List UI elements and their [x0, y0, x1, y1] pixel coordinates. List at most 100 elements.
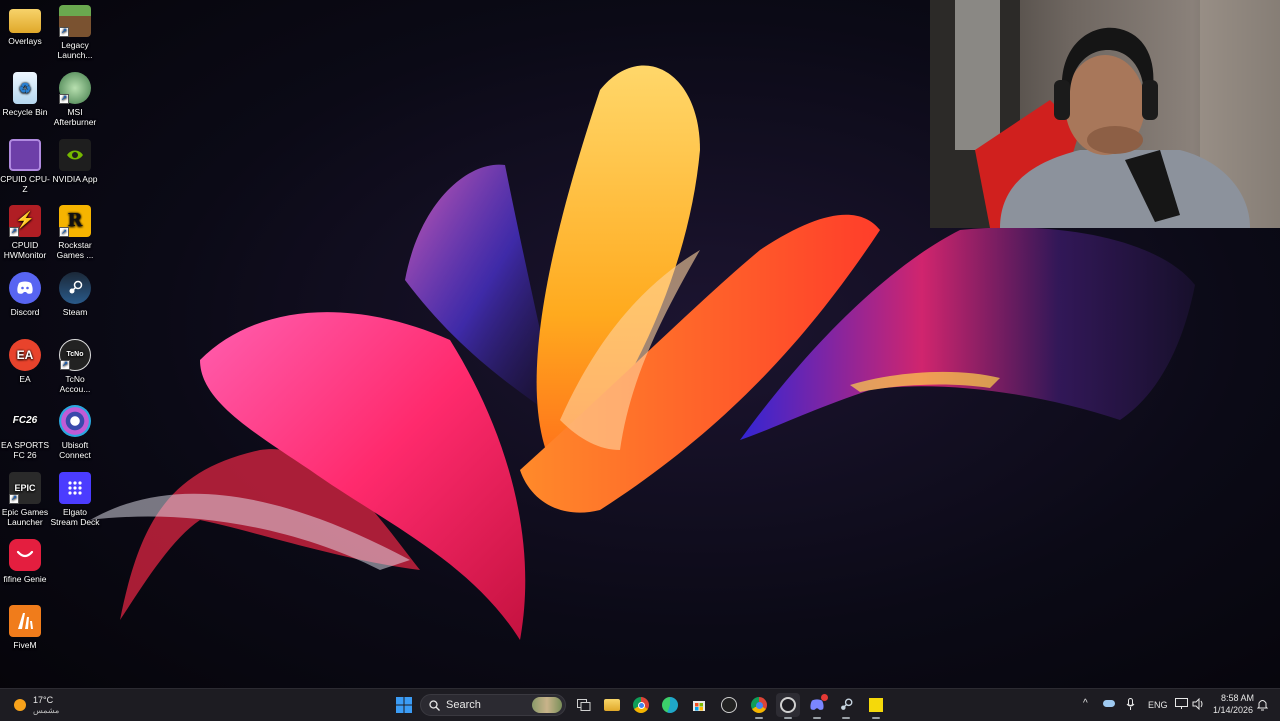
desktop-icon-label: TcNo Accou...	[59, 374, 91, 394]
desktop-icon-label: MSI Afterburner	[53, 107, 97, 127]
file-explorer-icon	[604, 699, 620, 711]
network-icon[interactable]	[1175, 698, 1188, 710]
shortcut-arrow-icon: ↗	[9, 227, 19, 237]
shortcut-arrow-icon: ↗	[60, 360, 70, 370]
taskbar-steam[interactable]	[834, 693, 858, 719]
desktop-icon-ea-sports-fc[interactable]: FC26 EA SPORTS FC 26	[0, 405, 50, 461]
notification-bell-icon[interactable]	[1257, 698, 1268, 711]
epic-games-icon: EPIC ↗	[9, 472, 41, 504]
onedrive-cloud-icon[interactable]	[1103, 700, 1115, 707]
desktop-icon-recycle-bin[interactable]: ♻ Recycle Bin	[0, 72, 50, 117]
stream-deck-icon	[59, 472, 91, 504]
desktop-icon-label: Recycle Bin	[2, 107, 48, 117]
clock-time[interactable]: 8:58 AM	[1221, 693, 1254, 703]
obs-icon	[780, 697, 796, 713]
fifine-icon	[9, 539, 41, 571]
tcno-taskbar-icon	[721, 697, 737, 713]
chrome-profile-icon	[751, 697, 767, 713]
desktop-icon-nvidia-app[interactable]: NVIDIA App	[50, 139, 100, 184]
input-language[interactable]: ENG	[1148, 700, 1168, 710]
weather-condition: مشمس	[33, 706, 60, 715]
recycle-bin-icon: ♻	[13, 72, 37, 104]
microphone-icon[interactable]	[1126, 698, 1135, 711]
desktop-icon-label: CPUID CPU-Z	[0, 174, 50, 194]
desktop-icon-fivem[interactable]: FiveM	[0, 605, 50, 650]
desktop-icon-tcno[interactable]: TcNo ↗ TcNo Accou...	[50, 339, 100, 394]
tcno-icon: TcNo ↗	[59, 339, 91, 371]
desktop-icon-steam[interactable]: Steam	[50, 272, 100, 317]
ubisoft-icon	[59, 405, 91, 437]
cpuz-icon	[9, 139, 41, 171]
taskbar-file-explorer[interactable]	[600, 693, 624, 717]
fc-glyph: FC26	[12, 415, 38, 426]
desktop-icon-label: FiveM	[13, 640, 37, 650]
weather-sun-icon	[14, 699, 26, 711]
weather-temperature: 17°C	[33, 695, 54, 705]
msi-afterburner-icon: ↗	[59, 72, 91, 104]
desktop-icon-label: EA SPORTS FC 26	[0, 440, 50, 460]
rockstar-glyph: R	[67, 210, 83, 231]
desktop-icon-label: Ubisoft Connect	[59, 440, 91, 460]
taskbar-microsoft-store[interactable]	[687, 693, 711, 717]
shortcut-arrow-icon: ↗	[59, 27, 69, 37]
desktop-icon-stream-deck[interactable]: Elgato Stream Deck	[50, 472, 100, 527]
nvidia-icon	[59, 139, 91, 171]
desktop-icon-label: CPUID HWMonitor	[3, 240, 47, 260]
taskbar-chrome[interactable]	[629, 693, 653, 717]
weather-widget[interactable]: 17°C مشمس	[8, 693, 78, 717]
desktop-icon-ea[interactable]: EA EA	[0, 339, 50, 384]
volume-icon[interactable]	[1192, 698, 1205, 710]
taskbar-discord[interactable]	[805, 693, 829, 719]
task-view-icon	[577, 699, 591, 711]
desktop-icon-label: EA	[19, 374, 31, 384]
taskbar-tcno[interactable]	[717, 693, 741, 717]
shortcut-arrow-icon: ↗	[59, 227, 69, 237]
webcam-feed-image	[930, 0, 1280, 228]
fivem-icon	[9, 605, 41, 637]
desktop-icon-legacy-launcher[interactable]: ↗ Legacy Launch...	[50, 5, 100, 60]
chrome-icon	[633, 697, 649, 713]
microsoft-store-icon	[693, 701, 705, 711]
desktop-icon-label: Rockstar Games ...	[56, 240, 94, 260]
desktop-icon-hwmonitor[interactable]: ⚡ ↗ CPUID HWMonitor	[0, 205, 50, 260]
desktop-icon-msi-afterburner[interactable]: ↗ MSI Afterburner	[50, 72, 100, 127]
desktop-icon-label: Elgato Stream Deck	[50, 507, 100, 527]
search-highlight-icon	[532, 697, 562, 713]
taskbar-obs[interactable]	[776, 693, 800, 719]
show-hidden-icons-chevron-icon[interactable]: ^	[1083, 698, 1088, 709]
desktop-icon-epic-games[interactable]: EPIC ↗ Epic Games Launcher	[0, 472, 50, 527]
desktop-icon-label: Discord	[10, 307, 40, 317]
edge-icon	[662, 697, 678, 713]
desktop-icon-ubisoft[interactable]: Ubisoft Connect	[50, 405, 100, 460]
clock-date[interactable]: 1/14/2026	[1213, 705, 1253, 715]
desktop-icon-label: Steam	[62, 307, 88, 317]
pinned-app-yellow-icon	[869, 698, 883, 712]
desktop-icon-rockstar[interactable]: R ↗ Rockstar Games ...	[50, 205, 100, 260]
desktop-icon-cpuz[interactable]: CPUID CPU-Z	[0, 139, 50, 194]
notification-badge	[821, 694, 828, 701]
easports-fc-icon: FC26	[9, 405, 41, 437]
discord-icon	[9, 272, 41, 304]
desktop-icon-overlays[interactable]: Overlays	[0, 5, 50, 46]
start-button[interactable]	[392, 693, 416, 717]
desktop-icon-label: Overlays	[8, 36, 42, 46]
desktop-icon-label: NVIDIA App	[52, 174, 98, 184]
desktop-icon-label: fifine Genie	[3, 574, 47, 584]
taskbar: 17°C مشمس Search ^ ENG 8:58 AM 1/14/2026	[0, 688, 1280, 721]
desktop-icon-label: Legacy Launch...	[57, 40, 93, 60]
taskbar-pinned-app[interactable]	[864, 693, 888, 719]
desktop-icon-fifine-genie[interactable]: fifine Genie	[0, 539, 50, 584]
taskbar-edge[interactable]	[658, 693, 682, 717]
folder-icon	[9, 9, 41, 33]
search-icon	[429, 700, 440, 711]
hwmonitor-icon: ⚡ ↗	[9, 205, 41, 237]
taskbar-chrome-profile[interactable]	[747, 693, 771, 719]
minecraft-icon: ↗	[59, 5, 91, 37]
desktop-icon-discord[interactable]: Discord	[0, 272, 50, 317]
task-view-button[interactable]	[572, 693, 596, 717]
taskbar-search-box[interactable]: Search	[420, 694, 566, 716]
webcam-overlay	[930, 0, 1280, 228]
epic-glyph: EPIC	[14, 483, 36, 493]
rockstar-icon: R ↗	[59, 205, 91, 237]
shortcut-arrow-icon: ↗	[59, 94, 69, 104]
